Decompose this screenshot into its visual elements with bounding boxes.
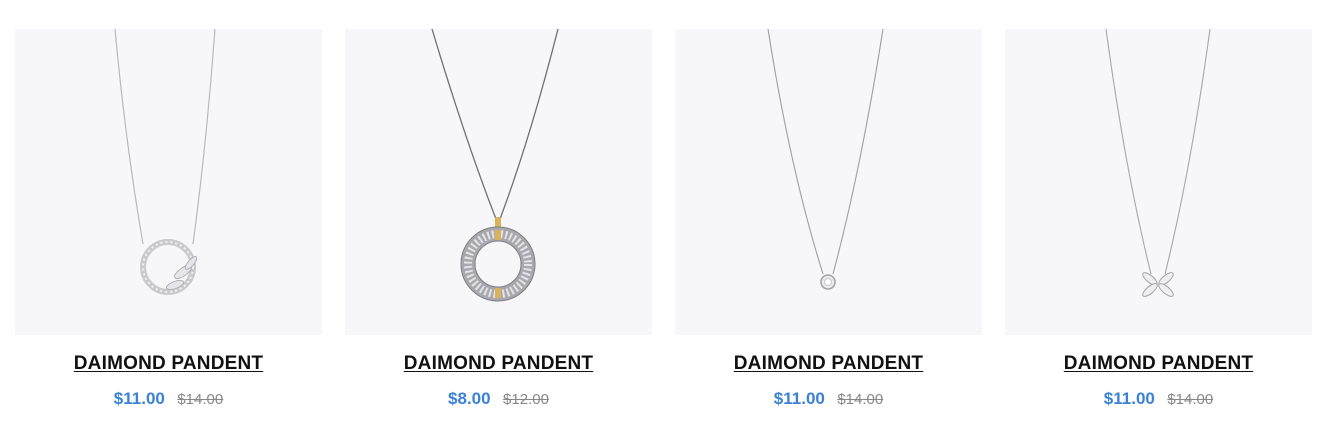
original-price: $12.00 xyxy=(503,391,549,408)
product-card[interactable]: DAIMOND PANDENT $11.00 $14.00 xyxy=(675,29,982,409)
product-card[interactable]: DAIMOND PANDENT $11.00 $14.00 xyxy=(1005,29,1312,409)
sale-price: $11.00 xyxy=(1103,389,1155,408)
product-card[interactable]: DAIMOND PANDENT $11.00 $14.00 xyxy=(15,29,322,409)
product-image-solitaire-pendant[interactable] xyxy=(675,29,982,335)
product-prices: $11.00 $14.00 xyxy=(1005,389,1312,409)
sale-price: $11.00 xyxy=(113,389,165,408)
product-prices: $11.00 $14.00 xyxy=(675,389,982,409)
product-grid: DAIMOND PANDENT $11.00 $14.00 DAIMOND PA… xyxy=(0,0,1344,434)
product-title[interactable]: DAIMOND PANDENT xyxy=(675,353,982,375)
product-prices: $8.00 $12.00 xyxy=(345,389,652,409)
product-title[interactable]: DAIMOND PANDENT xyxy=(345,353,652,375)
product-prices: $11.00 $14.00 xyxy=(15,389,322,409)
original-price: $14.00 xyxy=(177,391,224,408)
product-image-pave-ring-pendant[interactable] xyxy=(345,29,652,335)
product-card[interactable]: DAIMOND PANDENT $8.00 $12.00 xyxy=(345,29,652,409)
product-image-leaf-circle-pendant[interactable] xyxy=(15,29,322,335)
original-price: $14.00 xyxy=(1167,391,1214,408)
product-image-victoria-pendant[interactable] xyxy=(1005,29,1312,335)
product-title[interactable]: DAIMOND PANDENT xyxy=(1005,353,1312,375)
sale-price: $8.00 xyxy=(448,389,491,408)
original-price: $14.00 xyxy=(837,391,884,408)
sale-price: $11.00 xyxy=(773,389,825,408)
product-title[interactable]: DAIMOND PANDENT xyxy=(15,353,322,375)
